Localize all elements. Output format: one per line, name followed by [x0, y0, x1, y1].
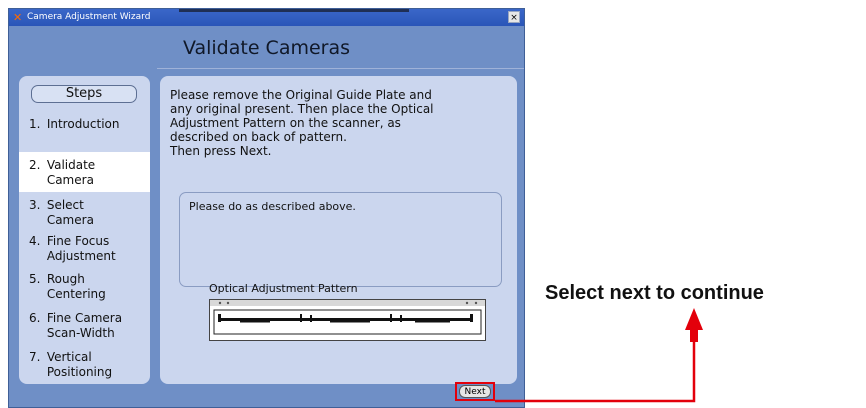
annotation-text: Select next to continue — [545, 282, 764, 304]
annotation-arrow — [495, 308, 703, 403]
